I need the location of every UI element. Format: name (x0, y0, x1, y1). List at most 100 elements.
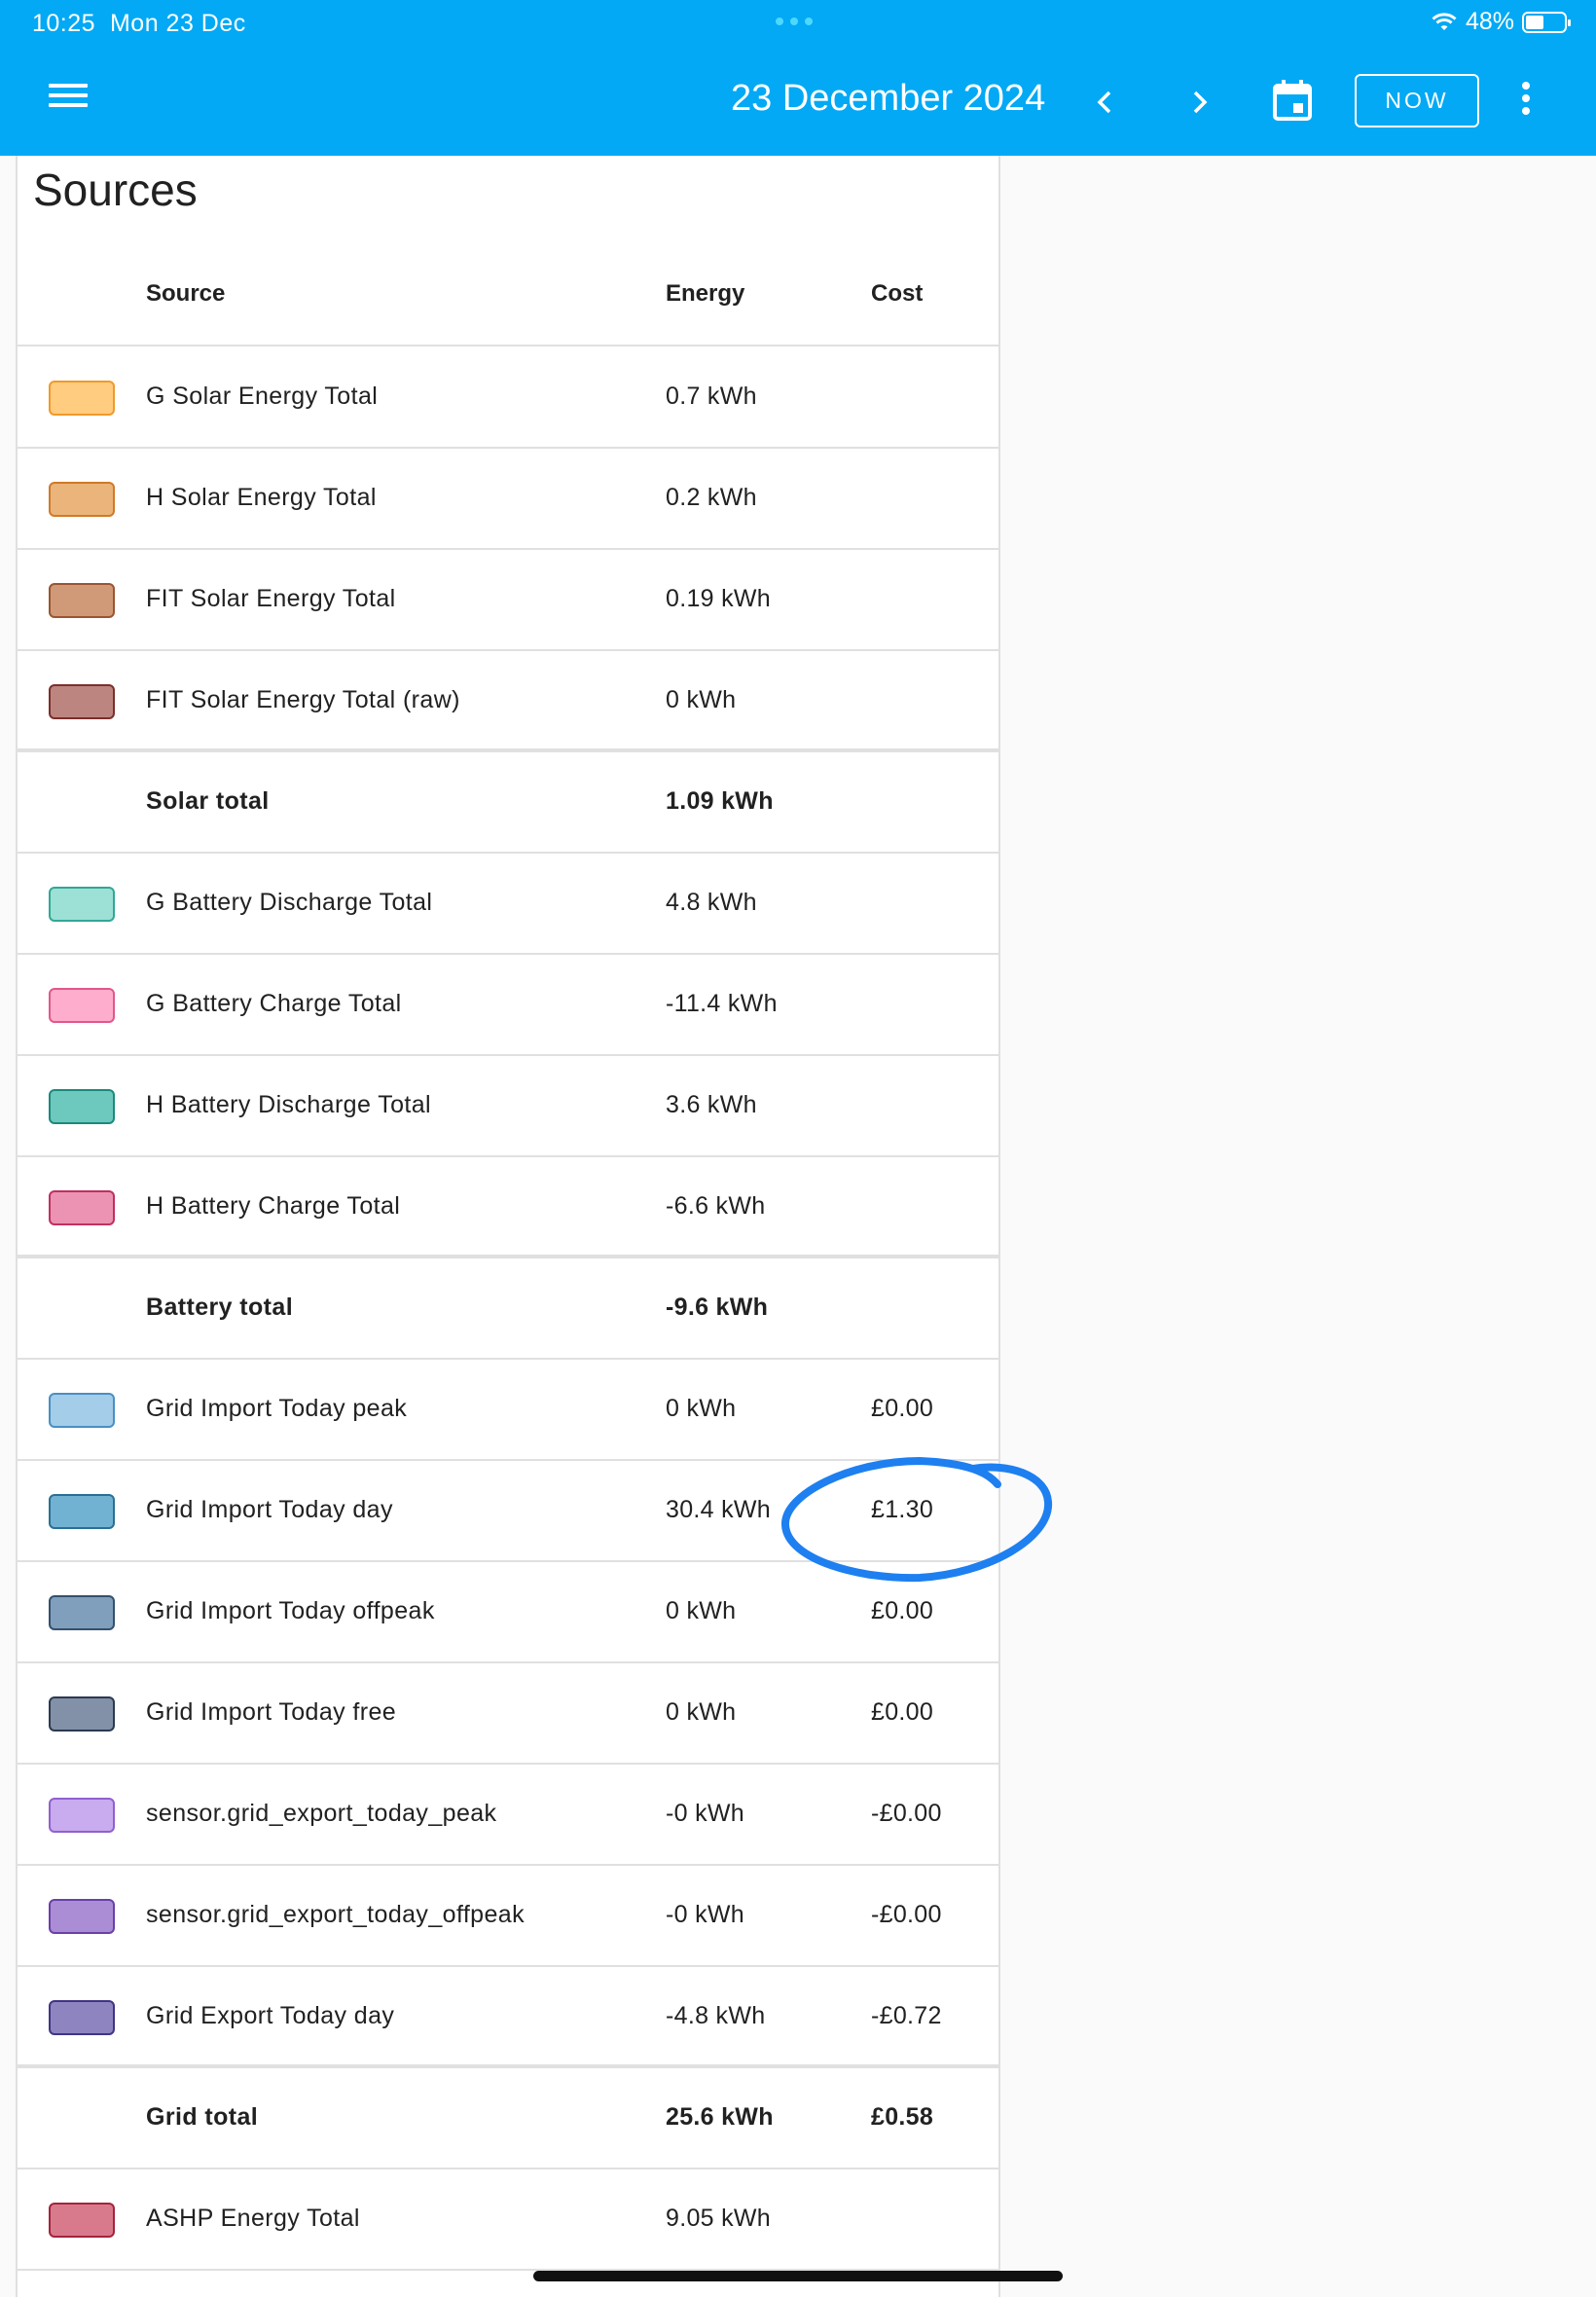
energy-value: 3.6 kWh (666, 1091, 757, 1118)
table-row: Grid Export Today day -4.8 kWh -£0.72 (16, 1967, 1000, 2068)
battery-icon (1522, 11, 1571, 33)
table-row: G Battery Discharge Total 4.8 kWh (16, 854, 1000, 955)
table-header: Source Energy Cost (16, 259, 1000, 346)
app-header: 10:25 Mon 23 Dec 48% 23 December 2024 NO… (0, 0, 1596, 156)
chevron-right-icon[interactable] (1179, 83, 1218, 122)
energy-value: 0 kWh (666, 1395, 737, 1422)
energy-value: -4.8 kWh (666, 2002, 766, 2029)
energy-value: 1.09 kWh (666, 787, 774, 815)
source-name: Battery total (146, 1294, 294, 1321)
table-total-row: Grid total 25.6 kWh £0.58 (16, 2068, 1000, 2169)
color-swatch (49, 1190, 115, 1225)
source-name: ASHP Energy Total (146, 2205, 360, 2232)
table-row: H Battery Charge Total -6.6 kWh (16, 1157, 1000, 1258)
cost-value: £0.00 (871, 1395, 934, 1422)
source-name: H Battery Charge Total (146, 1192, 401, 1220)
card-title: Sources (33, 164, 198, 215)
cost-value: £0.58 (871, 2103, 934, 2131)
home-indicator[interactable] (533, 2271, 1063, 2281)
table-row: G Solar Energy Total 0.7 kWh (16, 347, 1000, 449)
cost-value: £0.00 (871, 1698, 934, 1726)
source-name: G Battery Charge Total (146, 990, 402, 1017)
source-name: Grid Import Today peak (146, 1395, 408, 1422)
table-row: H Battery Discharge Total 3.6 kWh (16, 1056, 1000, 1157)
energy-value: -11.4 kWh (666, 990, 778, 1017)
energy-value: -0 kWh (666, 1901, 744, 1928)
cost-value: -£0.00 (871, 1800, 942, 1827)
color-swatch (49, 1798, 115, 1833)
table-row: Grid Import Today free 0 kWh £0.00 (16, 1663, 1000, 1765)
source-name: Grid Import Today day (146, 1496, 393, 1523)
energy-value: 9.05 kWh (666, 2205, 772, 2232)
table-row: sensor.grid_export_today_peak -0 kWh -£0.0… (16, 1765, 1000, 1866)
status-time: 10:25 Mon 23 Dec (32, 10, 246, 37)
more-options-icon[interactable] (1516, 82, 1536, 121)
cost-value: -£0.72 (871, 2002, 942, 2029)
color-swatch (49, 583, 115, 618)
color-swatch (49, 1899, 115, 1934)
table-row: ASHP Energy Total 9.05 kWh (16, 2169, 1000, 2271)
color-swatch (49, 381, 115, 416)
source-name: FIT Solar Energy Total (146, 585, 396, 612)
color-swatch (49, 2203, 115, 2238)
energy-value: 0.7 kWh (666, 383, 757, 410)
header-source: Source (146, 280, 226, 307)
color-swatch (49, 1494, 115, 1529)
energy-value: 0 kWh (666, 1698, 737, 1726)
table-row: Grid Import Today peak 0 kWh £0.00 (16, 1360, 1000, 1461)
wifi-icon (1432, 12, 1457, 30)
table-row: sensor.grid_export_today_offpeak -0 kWh -£… (16, 1866, 1000, 1967)
table-row: Grid Import Today offpeak 0 kWh £0.00 (16, 1562, 1000, 1663)
color-swatch (49, 1696, 115, 1732)
energy-value: 4.8 kWh (666, 889, 757, 916)
table-row: FIT Solar Energy Total 0.19 kWh (16, 550, 1000, 651)
source-name: FIT Solar Energy Total (raw) (146, 686, 460, 713)
source-name: G Solar Energy Total (146, 383, 379, 410)
source-name: H Solar Energy Total (146, 484, 377, 511)
battery-percent: 48% (1465, 8, 1514, 35)
energy-value: 0 kWh (666, 686, 737, 713)
header-energy: Energy (666, 280, 745, 307)
table-row: FIT Solar Energy Total (raw) 0 kWh (16, 651, 1000, 752)
source-name: Grid Import Today offpeak (146, 1597, 435, 1624)
color-swatch (49, 1595, 115, 1630)
cost-value: £0.00 (871, 1597, 934, 1624)
source-name: Grid Import Today free (146, 1698, 397, 1726)
energy-value: 30.4 kWh (666, 1496, 772, 1523)
source-name: Grid total (146, 2103, 259, 2131)
energy-value: 0 kWh (666, 1597, 737, 1624)
table-row: G Battery Charge Total -11.4 kWh (16, 955, 1000, 1056)
energy-value: -9.6 kWh (666, 1294, 769, 1321)
cost-value: £1.30 (871, 1496, 934, 1523)
color-swatch (49, 684, 115, 719)
table-row: Grid Import Today day 30.4 kWh £1.30 (16, 1461, 1000, 1562)
table-total-row: Battery total -9.6 kWh (16, 1258, 1000, 1360)
color-swatch (49, 988, 115, 1023)
energy-value: 25.6 kWh (666, 2103, 774, 2131)
color-swatch (49, 887, 115, 922)
calendar-icon[interactable] (1270, 78, 1315, 123)
source-name: sensor.grid_export_today_peak (146, 1800, 497, 1827)
header-cost: Cost (871, 280, 924, 307)
source-name: sensor.grid_export_today_offpeak (146, 1901, 525, 1928)
source-name: H Battery Discharge Total (146, 1091, 431, 1118)
color-swatch (49, 482, 115, 517)
multitasking-dots-icon[interactable] (776, 18, 813, 25)
chevron-left-icon[interactable] (1086, 83, 1125, 122)
source-name: Solar total (146, 787, 270, 815)
table-total-row: Solar total 1.09 kWh (16, 752, 1000, 854)
now-button[interactable]: NOW (1355, 74, 1479, 128)
source-name: G Battery Discharge Total (146, 889, 433, 916)
color-swatch (49, 1089, 115, 1124)
date-title: 23 December 2024 (731, 78, 1046, 119)
menu-icon[interactable] (49, 84, 88, 117)
cost-value: -£0.00 (871, 1901, 942, 1928)
energy-value: -6.6 kWh (666, 1192, 766, 1220)
energy-value: 0.19 kWh (666, 585, 772, 612)
status-indicators: 48% (1431, 8, 1571, 36)
color-swatch (49, 1393, 115, 1428)
energy-value: -0 kWh (666, 1800, 744, 1827)
color-swatch (49, 2000, 115, 2035)
energy-value: 0.2 kWh (666, 484, 757, 511)
table-row: H Solar Energy Total 0.2 kWh (16, 449, 1000, 550)
